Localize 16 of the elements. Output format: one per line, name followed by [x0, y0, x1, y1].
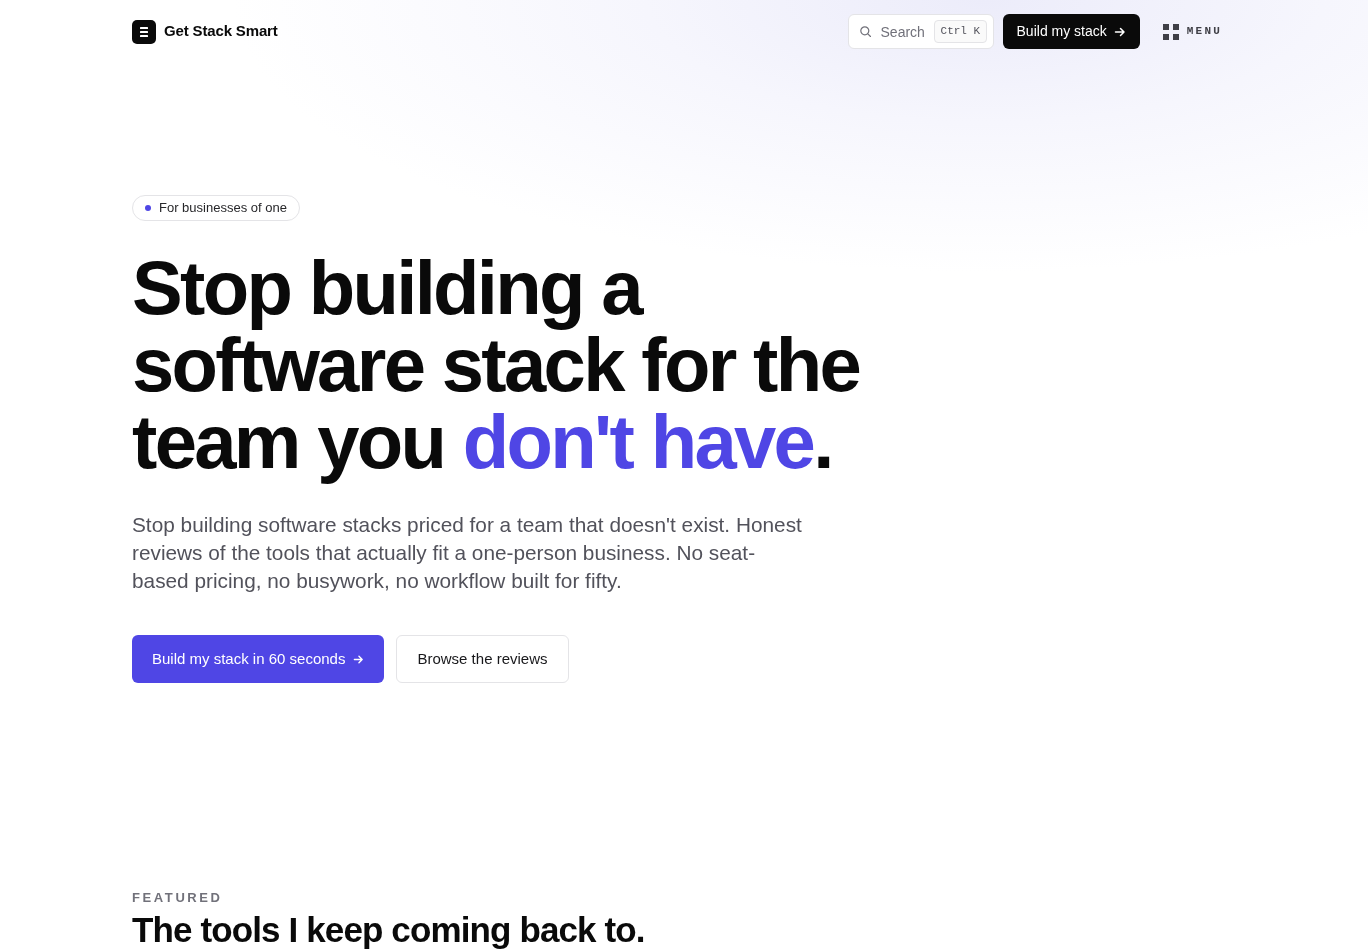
- brand-name[interactable]: Get Stack Smart: [164, 20, 278, 43]
- section-title: The tools I keep coming back to.: [132, 910, 645, 950]
- secondary-button[interactable]: Browse the reviews: [396, 635, 569, 683]
- arrow-right-icon: [1113, 25, 1126, 38]
- logo-icon: [132, 19, 156, 44]
- arrow-right-icon: [353, 653, 365, 665]
- search-icon: [859, 26, 871, 37]
- shortcut-key: Ctrl K: [933, 20, 988, 43]
- grid-icon: [1162, 23, 1179, 40]
- dot-icon: [145, 205, 151, 211]
- menu-button[interactable]: MENU: [1162, 23, 1222, 40]
- section-eyebrow: FEATURED: [132, 889, 223, 907]
- badge-label: For businesses of one: [159, 199, 287, 218]
- hero-description: Stop building software stacks priced for a team that doesn't exist. Honest reviews of the tools that actually fit a one-person business. No seat-based pricing, no busywork, no workflow built for fifty.: [132, 512, 803, 594]
- build-stack-button[interactable]: Build my stack: [1002, 14, 1140, 49]
- primary-button[interactable]: Build my stack in 60 seconds: [132, 635, 385, 683]
